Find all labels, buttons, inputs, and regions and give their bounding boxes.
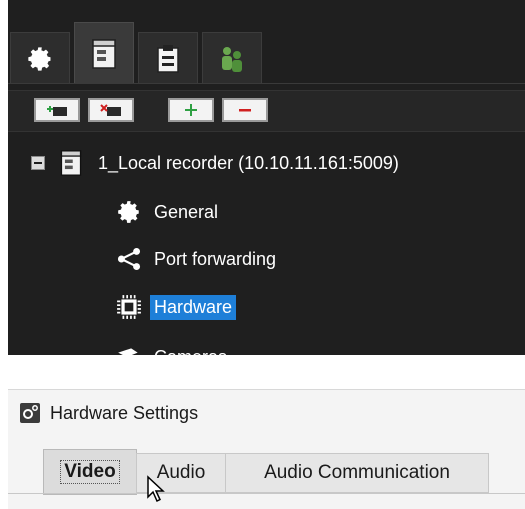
settings-title-bar: Hardware Settings xyxy=(8,390,525,436)
server-icon xyxy=(92,38,116,69)
tree-item-label: Port forwarding xyxy=(154,248,277,269)
add-item-button[interactable] xyxy=(168,98,214,122)
recorder-panel: 1_Local recorder (10.10.11.161:5009) Gen… xyxy=(8,0,525,355)
plus-icon xyxy=(185,104,197,116)
tab-clipboard[interactable] xyxy=(138,32,198,84)
settings-title: Hardware Settings xyxy=(50,402,199,423)
tree-item-port-forwarding[interactable]: Port forwarding xyxy=(116,242,280,276)
tree-item-label: General xyxy=(154,201,219,222)
tab-users[interactable] xyxy=(202,32,262,84)
mouse-cursor-icon xyxy=(147,475,165,503)
tab-label: Video xyxy=(60,460,120,484)
settings-tab-strip: Video Audio Audio Communication xyxy=(8,443,525,507)
server-icon xyxy=(60,150,82,176)
add-recorder-button[interactable] xyxy=(34,98,80,122)
tree-item-label: Cameras xyxy=(150,345,231,356)
remove-recorder-button[interactable] xyxy=(88,98,134,122)
tree-item-hardware[interactable]: Hardware xyxy=(116,290,237,324)
tab-settings[interactable] xyxy=(10,32,70,84)
tab-body-divider xyxy=(8,493,525,494)
clipboard-icon xyxy=(157,44,179,73)
tree-item-label: Hardware xyxy=(150,294,237,320)
gear-icon xyxy=(28,46,51,71)
tab-strip-divider xyxy=(8,83,525,84)
gear-icon xyxy=(118,201,139,223)
minus-icon xyxy=(239,109,251,112)
add-recorder-icon xyxy=(47,106,67,116)
remove-item-button[interactable] xyxy=(222,98,268,122)
remove-recorder-icon xyxy=(100,104,121,116)
tree-root-label: 1_Local recorder (10.10.11.161:5009) xyxy=(98,152,399,173)
tree-toolbar xyxy=(8,90,525,132)
share-icon xyxy=(117,247,141,271)
users-icon xyxy=(222,46,242,72)
top-tab-strip xyxy=(8,22,525,84)
tab-video[interactable]: Video xyxy=(43,449,137,495)
hardware-settings-panel: Hardware Settings Video Audio Audio Comm… xyxy=(8,389,525,509)
tab-audio-communication[interactable]: Audio Communication xyxy=(225,453,489,493)
chip-icon xyxy=(117,295,141,319)
tab-label: Audio Communication xyxy=(264,462,450,483)
camera-icon xyxy=(118,348,138,355)
tree-item-cameras[interactable]: Cameras xyxy=(116,340,231,355)
gear-icon xyxy=(20,403,40,423)
tree-root-recorder[interactable]: 1_Local recorder (10.10.11.161:5009) xyxy=(58,146,403,180)
collapse-toggle[interactable] xyxy=(31,156,45,170)
tree-item-general[interactable]: General xyxy=(116,195,222,229)
tab-recorders[interactable] xyxy=(74,22,134,84)
